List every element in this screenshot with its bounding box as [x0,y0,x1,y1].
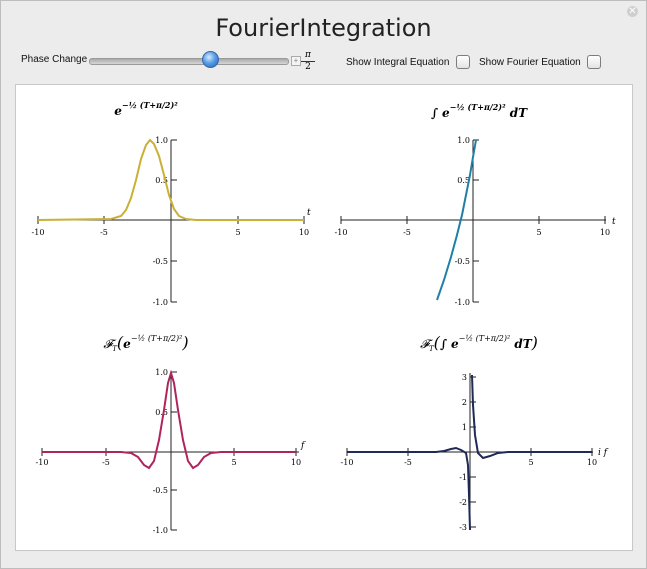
phase-change-label: Phase Change [21,54,88,65]
fourier-gaussian-curve [42,369,296,470]
x-tick: -5 [102,458,110,467]
plot-integral: ∫ e−½ (T+π/2)² dT t -10 -5 5 10 1.0 0.5 … [335,102,616,307]
x-axis-label: f [300,441,306,451]
plots-svg: e−½ (T+π/2)² t -10 -5 5 10 1.0 0.5 -0.5 … [32,100,616,535]
x-tick: 10 [299,228,309,237]
plot-fourier-gaussian: 𝓕T(e−½ (T+π/2)²) f -10 -5 5 10 1.0 0.5 -… [36,333,306,535]
show-integral-checkbox[interactable] [456,55,470,69]
phase-slider-track[interactable] [89,58,289,65]
close-icon: ✕ [628,6,637,17]
y-tick: -1.0 [153,298,168,307]
y-tick: -1 [459,473,467,482]
y-tick: 3 [462,373,467,382]
show-fourier-label: Show Fourier Equation [479,57,581,68]
x-tick: -10 [335,228,348,237]
y-tick: -3 [459,523,467,532]
formula-fourier-gaussian: 𝓕T(e−½ (T+π/2)²) [103,333,188,353]
phase-value-numerator: π [301,50,315,62]
y-tick: -2 [459,498,467,507]
x-axis-label: i f [598,448,609,458]
x-tick: 5 [231,458,236,467]
slider-expand-button[interactable]: + [291,56,301,66]
x-tick: 10 [600,228,610,237]
y-tick: 0.5 [155,408,168,417]
close-button[interactable]: ✕ [627,6,638,17]
show-integral-label: Show Integral Equation [346,57,450,68]
y-tick: 2 [462,398,467,407]
x-tick: -10 [36,458,49,467]
y-tick: 1.0 [155,368,168,377]
x-tick: 5 [235,228,240,237]
x-tick: -10 [341,458,354,467]
y-tick: -1.0 [455,298,470,307]
x-tick: 10 [587,458,597,467]
y-tick: -0.5 [153,257,168,266]
formula-integral: ∫ e−½ (T+π/2)² dT [431,102,528,120]
plot-gaussian: e−½ (T+π/2)² t -10 -5 5 10 1.0 0.5 -0.5 … [32,100,311,307]
phase-slider-thumb[interactable] [202,51,219,68]
formula-fourier-integral: 𝓕T(∫ e−½ (T+π/2)² dT) [420,333,538,353]
formula-gaussian: e−½ (T+π/2)² [114,100,178,118]
show-fourier-checkbox[interactable] [587,55,601,69]
y-tick: -0.5 [153,486,168,495]
x-tick: -5 [404,458,412,467]
y-tick: 1 [462,423,467,432]
x-axis-label: t [307,208,311,218]
phase-value-readout: π 2 [301,50,315,73]
y-tick: -1.0 [153,526,168,535]
x-tick: 10 [291,458,301,467]
x-tick: 5 [536,228,541,237]
x-tick: 5 [528,458,533,467]
x-tick: -5 [100,228,108,237]
y-tick: 1.0 [155,136,168,145]
phase-value-denominator: 2 [305,62,311,72]
plus-icon: + [293,56,299,65]
y-tick: -0.5 [455,257,470,266]
plot-fourier-integral: 𝓕T(∫ e−½ (T+π/2)² dT) i f -10 -5 5 10 3 … [341,333,609,532]
x-tick: -10 [32,228,45,237]
x-axis-label: t [612,217,616,227]
x-tick: -5 [403,228,411,237]
plot-panel: e−½ (T+π/2)² t -10 -5 5 10 1.0 0.5 -0.5 … [15,84,633,551]
app-title: FourierIntegration [215,14,432,42]
fourier-integral-right-curve [471,374,592,460]
y-tick: 1.0 [457,136,470,145]
